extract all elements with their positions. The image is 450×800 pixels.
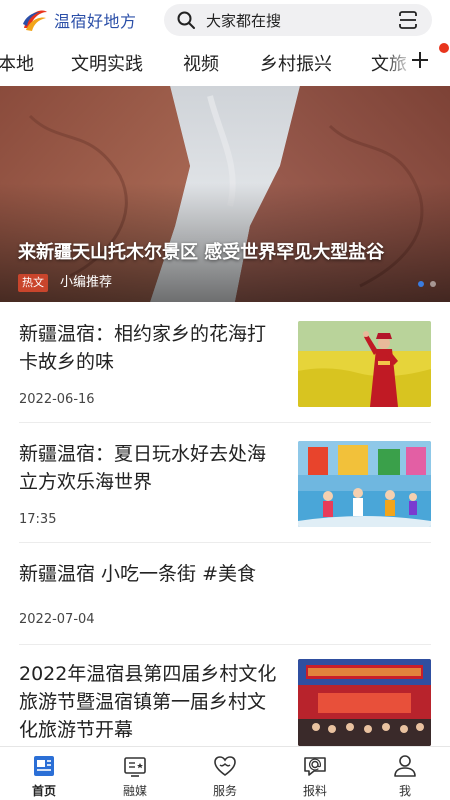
- nav-label: 我: [398, 784, 411, 798]
- media-tv-icon: [124, 757, 146, 777]
- banner-title: 来新疆天山托木尔景区 感受世界罕见大型盐谷: [18, 242, 385, 263]
- news-thumbnail: [298, 659, 431, 746]
- news-title: 新疆温宿：相约家乡的花海打卡故乡的味: [19, 323, 267, 373]
- news-title: 新疆温宿：夏日玩水好去处海立方欢乐海世界: [19, 443, 267, 493]
- app-name: 温宿好地方: [54, 12, 137, 31]
- add-channel-icon[interactable]: [408, 48, 432, 72]
- water-park-image: [298, 441, 431, 527]
- tab-video[interactable]: 视频: [183, 50, 219, 76]
- nav-home[interactable]: 首页: [14, 751, 74, 799]
- profile-person-icon: [394, 755, 416, 777]
- nav-media[interactable]: 融媒: [105, 751, 165, 799]
- news-date: 2022-06-16: [19, 392, 95, 407]
- channel-tabs: 本地 文明实践 视频 乡村振兴 文旅: [0, 42, 450, 84]
- bottom-navigation: 首页 融媒 服务 报料 我: [0, 746, 450, 800]
- carousel-dot: [430, 281, 436, 287]
- report-chat-icon: [304, 757, 326, 776]
- news-date: 2022-07-04: [19, 612, 95, 627]
- news-thumbnail: [298, 321, 431, 407]
- nav-report[interactable]: 报料: [285, 751, 345, 799]
- home-news-icon: [34, 756, 54, 776]
- notification-dot: [439, 43, 449, 53]
- news-item[interactable]: 新疆温宿：相约家乡的花海打卡故乡的味 2022-06-16: [0, 302, 450, 422]
- search-placeholder: 大家都在搜: [206, 11, 282, 30]
- news-title: 新疆温宿 小吃一条街 #美食: [19, 563, 256, 585]
- banner-image: [0, 86, 450, 302]
- nav-profile[interactable]: 我: [375, 751, 435, 799]
- festival-stage-image: [298, 659, 431, 746]
- nav-label: 服务: [212, 784, 237, 798]
- news-item[interactable]: 新疆温宿：夏日玩水好去处海立方欢乐海世界 17:35: [0, 422, 450, 542]
- news-item[interactable]: 2022年温宿县第四届乡村文化旅游节暨温宿镇第一届乡村文化旅游节开幕: [0, 644, 450, 746]
- search-icon: [177, 11, 195, 29]
- carousel-dot: [418, 281, 424, 287]
- hot-tag: 热文: [18, 274, 48, 292]
- flower-field-image: [298, 321, 431, 407]
- nav-label: 融媒: [122, 784, 147, 798]
- featured-banner[interactable]: 来新疆天山托木尔景区 感受世界罕见大型盐谷 热文 小编推荐: [0, 86, 450, 302]
- tab-local[interactable]: 本地: [0, 50, 34, 76]
- news-date: 17:35: [19, 512, 57, 527]
- nav-service[interactable]: 服务: [195, 751, 255, 799]
- tab-rural-revitalization[interactable]: 乡村振兴: [260, 50, 332, 76]
- banner-subtitle: 小编推荐: [60, 275, 113, 290]
- news-item[interactable]: 新疆温宿 小吃一条街 #美食 2022-07-04: [0, 542, 450, 642]
- nav-label: 报料: [302, 784, 327, 798]
- app-header: 温宿好地方 大家都在搜: [0, 0, 450, 42]
- scan-icon[interactable]: [398, 10, 418, 30]
- news-title: 2022年温宿县第四届乡村文化旅游节暨温宿镇第一届乡村文化旅游节开幕: [19, 663, 277, 741]
- tab-civilization-practice[interactable]: 文明实践: [71, 50, 143, 76]
- search-bar[interactable]: 大家都在搜: [164, 4, 432, 36]
- nav-label: 首页: [31, 784, 56, 798]
- service-heart-icon: [214, 756, 236, 776]
- carousel-indicator: [418, 281, 436, 287]
- app-logo-icon: [23, 10, 47, 31]
- news-thumbnail: [298, 441, 431, 527]
- app-logo[interactable]: 温宿好地方: [20, 6, 137, 34]
